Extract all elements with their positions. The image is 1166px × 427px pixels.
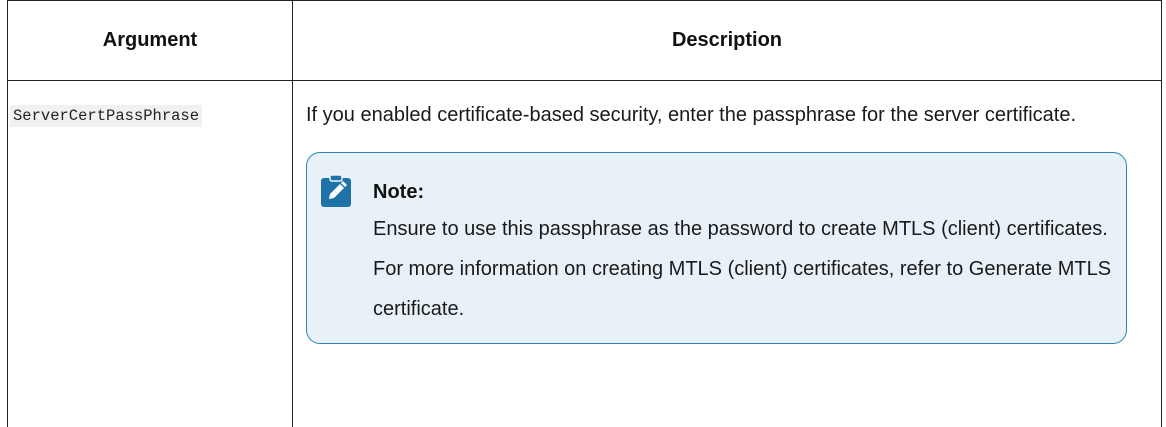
note-body: Ensure to use this passphrase as the pas… [373,218,1112,320]
argument-name: ServerCertPassPhrase [10,105,203,127]
table-row: ServerCertPassPhrase If you enabled cert… [7,80,1162,427]
table-header-row: Argument Description [7,0,1162,81]
argument-cell: ServerCertPassPhrase [7,80,293,427]
header-description: Description [292,0,1162,81]
header-argument: Argument [7,0,293,81]
note-pencil-icon [321,174,351,207]
note-box: Note: Ensure to use this passphrase as t… [306,152,1127,344]
description-cell: If you enabled certificate-based securit… [292,80,1162,427]
description-text: If you enabled certificate-based securit… [306,104,1077,126]
note-title: Note: [373,181,425,203]
arguments-table: Argument Description ServerCertPassPhras… [7,0,1162,427]
